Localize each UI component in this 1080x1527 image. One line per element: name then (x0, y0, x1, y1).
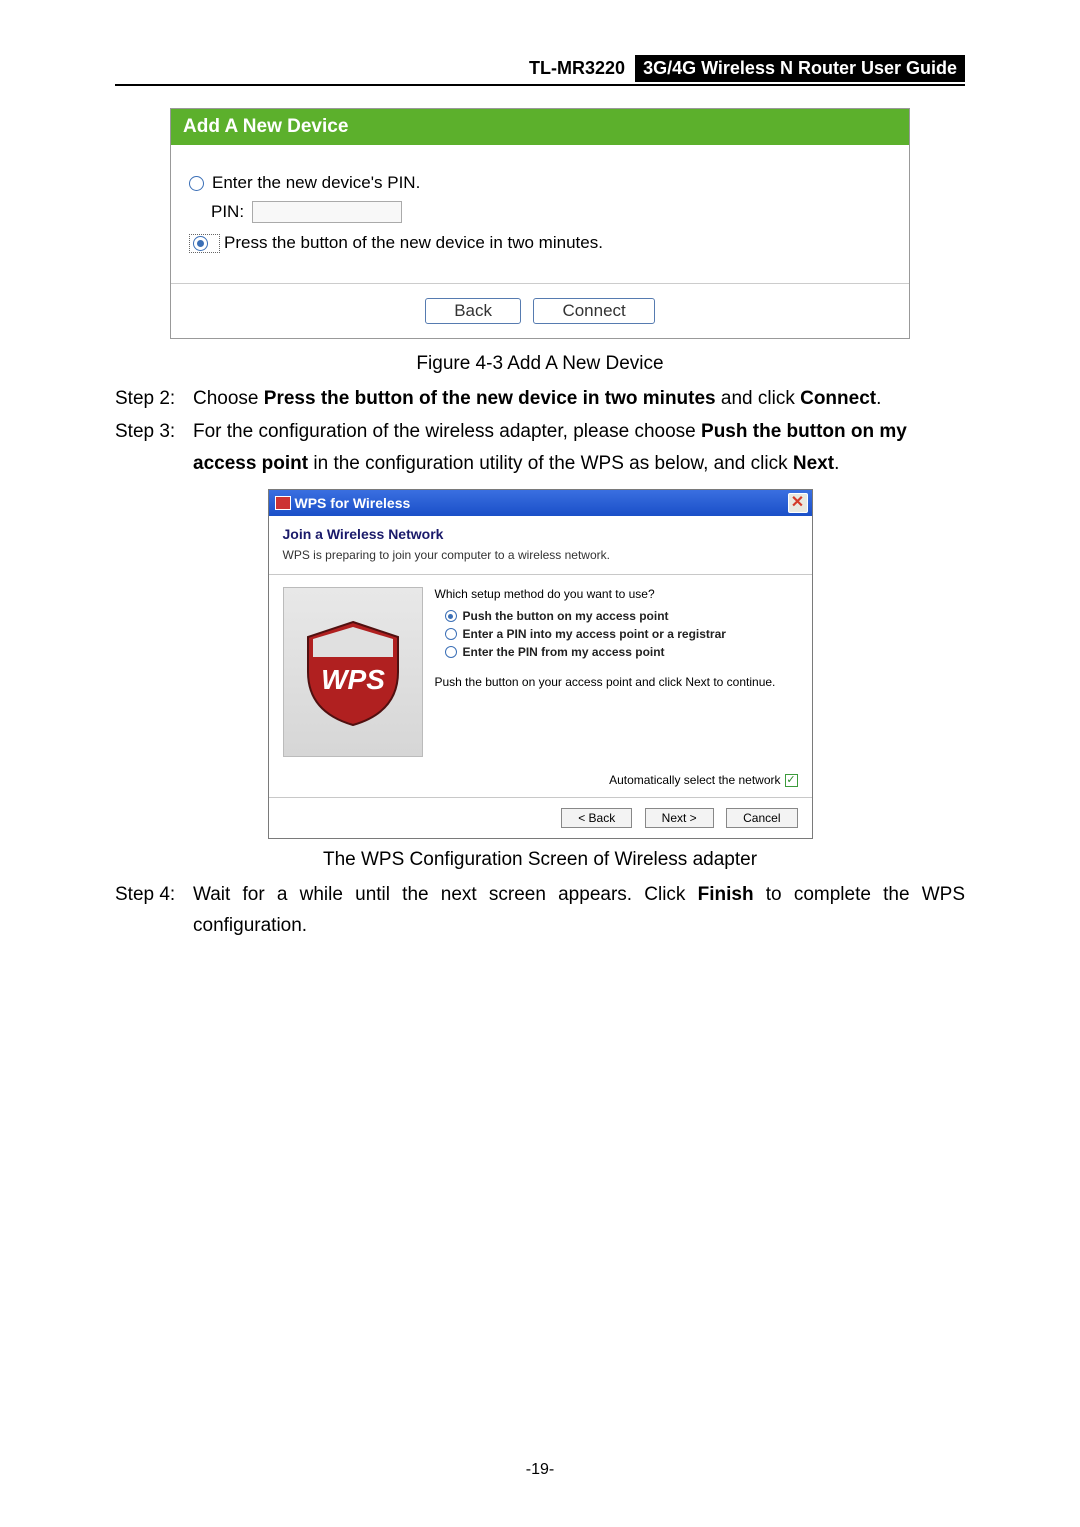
radio-icon (193, 236, 208, 251)
close-icon[interactable]: ✕ (788, 493, 808, 513)
text-bold: Press the button of the new device in tw… (264, 388, 716, 409)
back-button[interactable]: Back (425, 298, 521, 324)
text: Wait for a while until the next screen a… (193, 884, 698, 905)
text-bold: Connect (800, 388, 876, 409)
step-label: Step 2: (115, 383, 193, 414)
titlebar: WPS for Wireless ✕ (269, 490, 812, 516)
dialog-title: WPS for Wireless (295, 495, 411, 511)
auto-select-checkbox[interactable]: ✓ (785, 774, 798, 787)
radio-label: Enter the PIN from my access point (463, 645, 665, 659)
wps-badge: WPS (283, 587, 423, 757)
figure-caption-2: The WPS Configuration Screen of Wireless… (115, 849, 965, 871)
add-device-panel: Add A New Device Enter the new device's … (170, 108, 910, 339)
wps-dialog: WPS for Wireless ✕ Join a Wireless Netwo… (268, 489, 813, 839)
radio-label: Enter the new device's PIN. (212, 173, 420, 193)
panel-title: Add A New Device (171, 109, 909, 145)
radio-option-button[interactable] (189, 234, 220, 253)
text: . (834, 453, 839, 474)
cancel-button[interactable]: Cancel (726, 808, 797, 828)
auto-select-label: Automatically select the network (609, 773, 780, 787)
connect-button[interactable]: Connect (533, 298, 654, 324)
step-label: Step 4: (115, 879, 193, 942)
radio-label: Enter a PIN into my access point or a re… (463, 627, 726, 641)
radio-option-pin[interactable]: Enter the new device's PIN. (189, 173, 891, 193)
pin-label: PIN: (211, 202, 244, 222)
header-model: TL-MR3220 (523, 55, 635, 82)
radio-icon (189, 176, 204, 191)
header-title: 3G/4G Wireless N Router User Guide (635, 55, 965, 82)
radio-icon (445, 646, 457, 658)
text-bold: Next (793, 453, 834, 474)
radio-icon (445, 610, 457, 622)
text: and click (716, 388, 800, 409)
wps-shield-icon: WPS (303, 617, 403, 727)
text: Choose (193, 388, 264, 409)
step-label: Step 3: (115, 416, 193, 479)
text-bold: Finish (698, 884, 754, 905)
text: in the configuration utility of the WPS … (308, 453, 793, 474)
svg-text:WPS: WPS (321, 664, 385, 695)
radio-label: Press the button of the new device in tw… (224, 233, 603, 253)
pin-input[interactable] (252, 201, 402, 223)
figure-caption: Figure 4-3 Add A New Device (115, 353, 965, 375)
step-2: Step 2: Choose Press the button of the n… (115, 383, 965, 414)
setup-question: Which setup method do you want to use? (435, 587, 798, 601)
page-number: -19- (0, 1461, 1080, 1479)
radio-push-button[interactable]: Push the button on my access point (445, 609, 798, 623)
radio-label: Push the button on my access point (463, 609, 669, 623)
radio-icon (445, 628, 457, 640)
instruction-text: Push the button on your access point and… (435, 675, 798, 689)
step-4: Step 4: Wait for a while until the next … (115, 879, 965, 942)
radio-enter-pin-ap[interactable]: Enter a PIN into my access point or a re… (445, 627, 798, 641)
join-subtitle: WPS is preparing to join your computer t… (283, 548, 798, 562)
radio-enter-pin-from-ap[interactable]: Enter the PIN from my access point (445, 645, 798, 659)
next-button[interactable]: Next > (645, 808, 714, 828)
join-title: Join a Wireless Network (283, 526, 798, 542)
back-button[interactable]: < Back (561, 808, 632, 828)
text: For the configuration of the wireless ad… (193, 421, 701, 442)
step-3: Step 3: For the configuration of the wir… (115, 416, 965, 479)
app-icon (275, 496, 291, 510)
document-header: TL-MR3220 3G/4G Wireless N Router User G… (115, 55, 965, 86)
text: . (876, 388, 881, 409)
